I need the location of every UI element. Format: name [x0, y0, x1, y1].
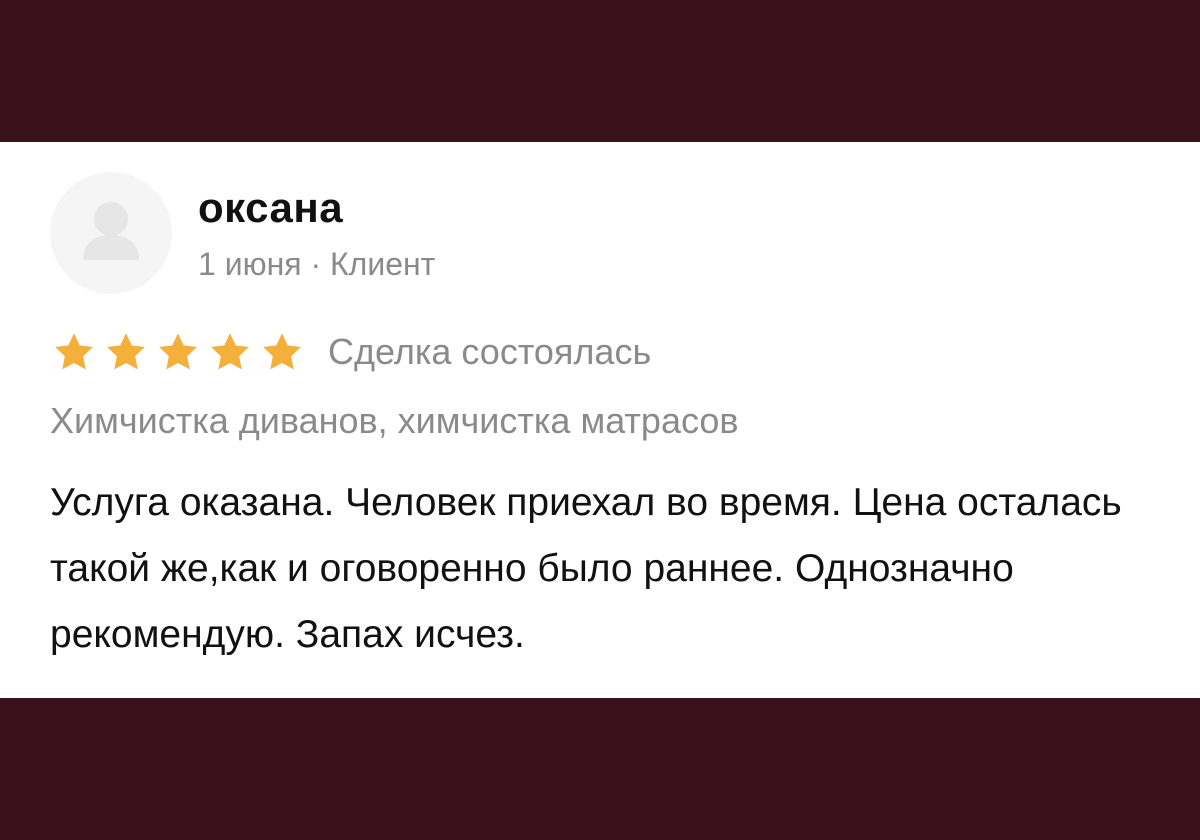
review-card: оксана 1 июня · Клиент Сделка состоялась…	[0, 142, 1200, 698]
star-icon	[55, 333, 93, 370]
services-list: Химчистка диванов, химчистка матрасов	[50, 400, 739, 441]
star-icon	[159, 333, 197, 370]
deal-status: Сделка состоялась	[328, 331, 652, 372]
star-rating	[52, 330, 304, 374]
author-name[interactable]: оксана	[198, 184, 343, 232]
avatar[interactable]	[50, 172, 172, 294]
star-icon	[211, 333, 249, 370]
review-text: Услуга оказана. Человек приехал во время…	[50, 481, 1122, 656]
star-icon	[263, 333, 301, 370]
star-icon	[107, 333, 145, 370]
user-silhouette-icon	[83, 202, 139, 260]
review-meta: 1 июня · Клиент	[198, 246, 436, 282]
